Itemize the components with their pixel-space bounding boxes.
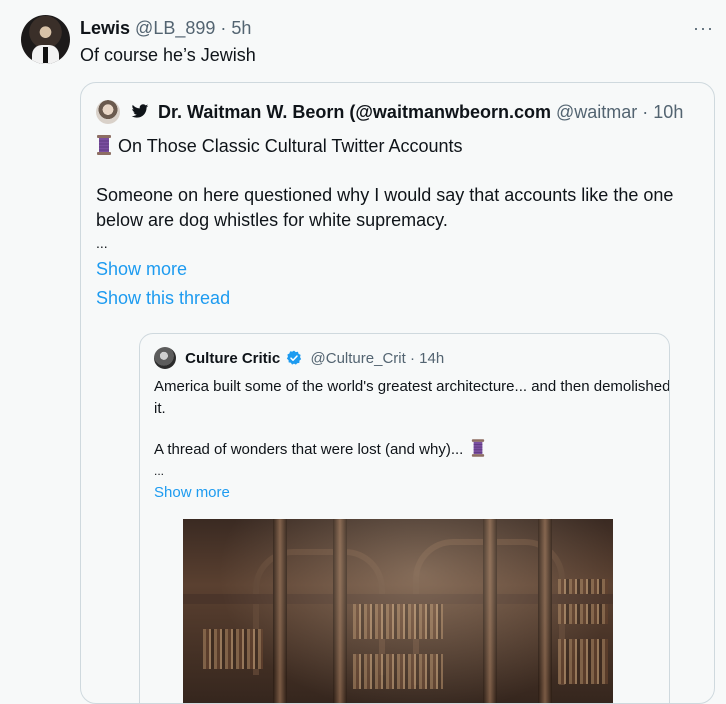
- tweet[interactable]: Lewis @LB_899 · 5h ··· Of course he’s Je…: [0, 0, 726, 704]
- show-thread-link[interactable]: Show this thread: [96, 288, 230, 309]
- quoted-tweet-title: On Those Classic Cultural Twitter Accoun…: [96, 135, 462, 157]
- author-avatar[interactable]: [21, 15, 70, 64]
- author-handle[interactable]: @LB_899: [135, 18, 215, 38]
- separator-dot: ·: [409, 350, 415, 367]
- verified-badge-icon: [287, 350, 302, 365]
- thread-spool-icon: [471, 439, 484, 457]
- separator-dot: ·: [642, 102, 649, 122]
- nested-thread-line: A thread of wonders that were lost (and …: [154, 439, 491, 458]
- show-more-link[interactable]: Show more: [96, 259, 187, 280]
- quoted-tweet-time[interactable]: 10h: [653, 102, 683, 122]
- tweet-time[interactable]: 5h: [231, 18, 251, 38]
- tweet-header: Lewis @LB_899 · 5h: [80, 18, 251, 40]
- avatar-tie: [43, 47, 48, 63]
- author-name[interactable]: Lewis: [80, 18, 130, 38]
- quoted-author-handle[interactable]: @waitmar: [556, 102, 637, 122]
- quoted-ellipsis: ...: [96, 235, 108, 251]
- tweet-text: Of course he’s Jewish: [80, 45, 256, 65]
- nested-ellipsis: ...: [154, 464, 165, 478]
- library-photo[interactable]: [183, 519, 613, 703]
- quoted-tweet-body: Someone on here questioned why I would s…: [96, 185, 674, 230]
- thread-spool-icon: [97, 135, 111, 155]
- nested-tweet-text: America built some of the world's greate…: [154, 378, 670, 417]
- nested-show-more-link[interactable]: Show more: [154, 484, 230, 501]
- nested-tweet-time[interactable]: 14h: [419, 350, 444, 367]
- more-options-icon[interactable]: ···: [693, 18, 714, 39]
- separator-dot: ·: [220, 18, 227, 38]
- nested-thread-text: A thread of wonders that were lost (and …: [154, 441, 464, 458]
- quoted-title-text: On Those Classic Cultural Twitter Accoun…: [118, 136, 463, 156]
- image-light: [183, 519, 613, 703]
- quoted-tweet[interactable]: Dr. Waitman W. Beorn (@waitmanwbeorn.com…: [80, 82, 715, 704]
- nested-quoted-tweet[interactable]: Culture Critic @Culture_Crit · 14h Ameri…: [139, 333, 670, 703]
- nested-quoted-header: Culture Critic @Culture_Crit · 14h: [154, 347, 444, 369]
- twitter-bird-icon: [131, 104, 149, 118]
- nested-author-name[interactable]: Culture Critic: [185, 350, 280, 367]
- nested-author-avatar[interactable]: [154, 347, 176, 369]
- quoted-tweet-header: Dr. Waitman W. Beorn (@waitmanwbeorn.com…: [96, 100, 683, 124]
- quoted-author-avatar[interactable]: [96, 100, 120, 124]
- nested-author-handle[interactable]: @Culture_Crit: [311, 350, 406, 367]
- quoted-author-name[interactable]: Dr. Waitman W. Beorn (@waitmanwbeorn.com: [158, 102, 551, 122]
